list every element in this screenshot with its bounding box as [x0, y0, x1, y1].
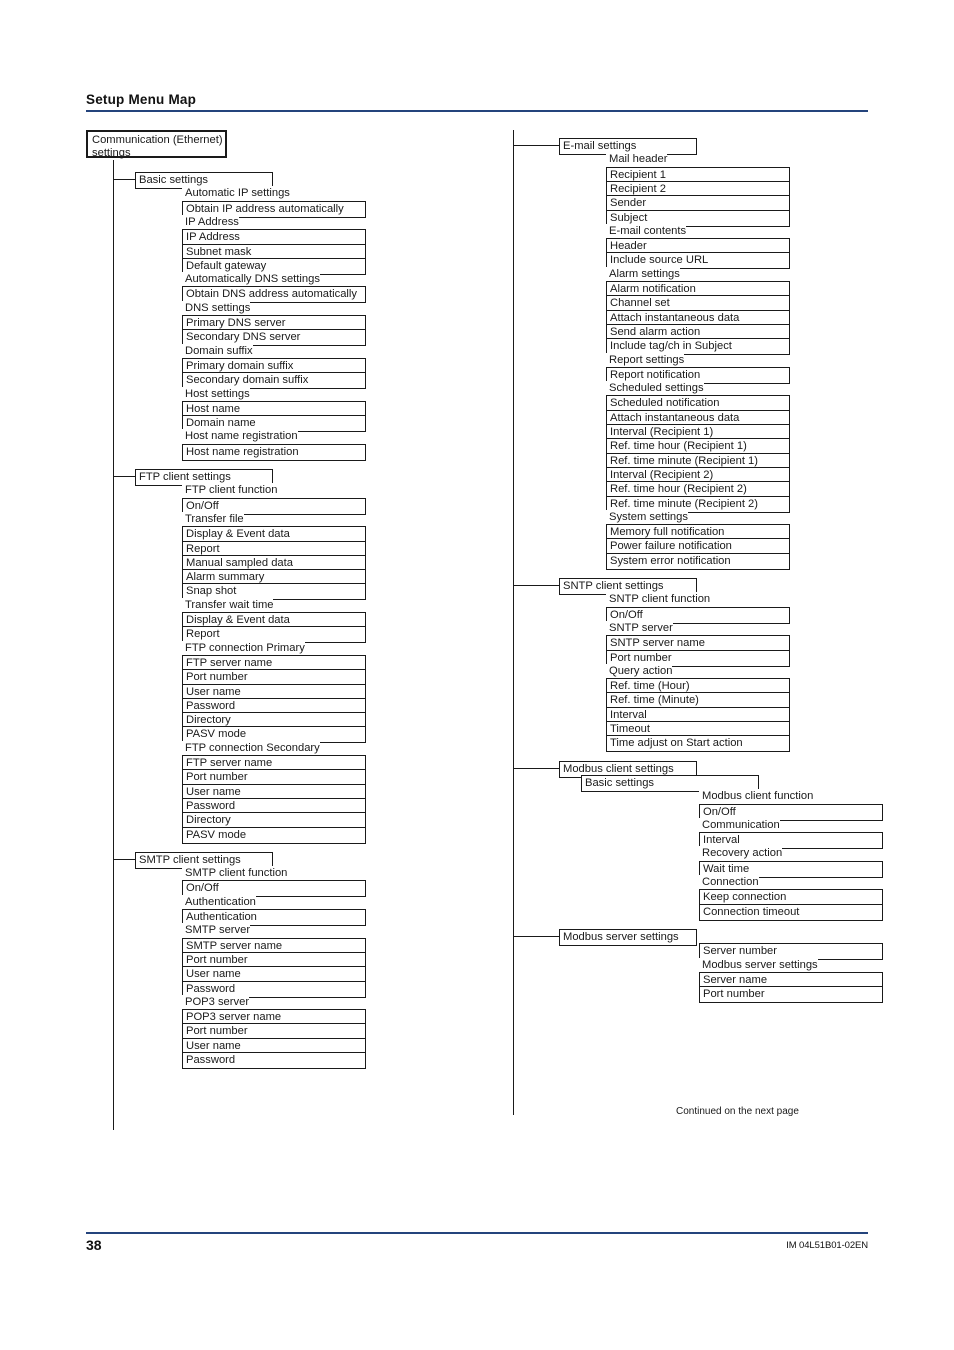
group-header-automatically-dns-settings: Automatically DNS settings	[182, 272, 320, 288]
group-header-host-name-registration: Host name registration	[182, 429, 298, 445]
section-box-modbus-server-settings: Modbus server settings	[559, 928, 697, 946]
menu-item-password: Password	[182, 1052, 366, 1069]
page-header: Setup Menu Map	[86, 92, 868, 112]
tree-branch-connector	[513, 585, 559, 587]
group-header-report-settings: Report settings	[606, 352, 685, 368]
group-header-ftp-client-function: FTP client function	[182, 483, 278, 499]
document-code: IM 04L51B01-02EN	[786, 1239, 868, 1251]
tree-branch-connector	[513, 145, 559, 147]
page-title: Setup Menu Map	[86, 92, 197, 107]
tree-branch-connector	[113, 179, 135, 181]
group-header-scheduled-settings: Scheduled settings	[606, 381, 704, 397]
footer-rule	[86, 1232, 868, 1234]
menu-item-time-adjust-on-start-action: Time adjust on Start action	[606, 735, 790, 753]
group-header-ftp-connection-primary: FTP connection Primary	[182, 640, 305, 656]
menu-item-connection-timeout: Connection timeout	[699, 903, 883, 921]
header-rule	[86, 110, 868, 112]
group-header-smtp-client-function: SMTP client function	[182, 866, 288, 882]
root-box-communication-ethernet-settings: Communication (Ethernet) settings	[86, 130, 227, 159]
tree-branch-connector	[113, 858, 135, 861]
group-header-pop3-server: POP3 server	[182, 994, 250, 1010]
tree-trunk-line-right	[513, 130, 515, 1115]
menu-item-system-error-notification: System error notification	[606, 552, 790, 570]
group-header-e-mail-contents: E-mail contents	[606, 223, 687, 239]
group-header-transfer-file: Transfer file	[182, 511, 244, 527]
group-header-recovery-action: Recovery action	[699, 846, 783, 862]
group-header-query-action: Query action	[606, 663, 673, 679]
group-header-modbus-client-function: Modbus client function	[699, 789, 814, 805]
group-header-ip-address: IP Address	[182, 214, 239, 230]
group-header-sntp-client-function: SNTP client function	[606, 592, 711, 608]
group-header-authentication: Authentication	[182, 894, 256, 910]
menu-item-port-number: Port number	[699, 986, 883, 1004]
group-header-domain-suffix: Domain suffix	[182, 343, 253, 359]
menu-item-host-name-registration: Host name registration	[182, 443, 366, 461]
group-header-modbus-server-settings: Modbus server settings	[699, 957, 818, 973]
group-header-smtp-server: SMTP server	[182, 923, 251, 939]
page-number: 38	[86, 1236, 102, 1253]
group-header-dns-settings: DNS settings	[182, 300, 251, 316]
tree-branch-connector	[513, 935, 559, 938]
page-footer: 38 IM 04L51B01-02EN	[86, 1232, 868, 1259]
group-header-alarm-settings: Alarm settings	[606, 266, 680, 282]
menu-item-pasv-mode: PASV mode	[182, 826, 366, 844]
tree-branch-connector	[113, 476, 135, 478]
group-header-sntp-server: SNTP server	[606, 620, 673, 636]
group-header-automatic-ip-settings: Automatic IP settings	[182, 186, 290, 202]
group-header-system-settings: System settings	[606, 509, 688, 525]
group-header-mail-header: Mail header	[606, 152, 668, 168]
group-header-communication: Communication	[699, 817, 780, 833]
group-header-ftp-connection-secondary: FTP connection Secondary	[182, 740, 320, 756]
continued-note: Continued on the next page	[673, 1104, 799, 1119]
group-header-transfer-wait-time: Transfer wait time	[182, 597, 274, 613]
tree-branch-connector	[513, 767, 559, 769]
tree-trunk-line-left	[113, 160, 115, 1130]
group-header-connection: Connection	[699, 875, 759, 890]
group-header-host-settings: Host settings	[182, 386, 250, 402]
